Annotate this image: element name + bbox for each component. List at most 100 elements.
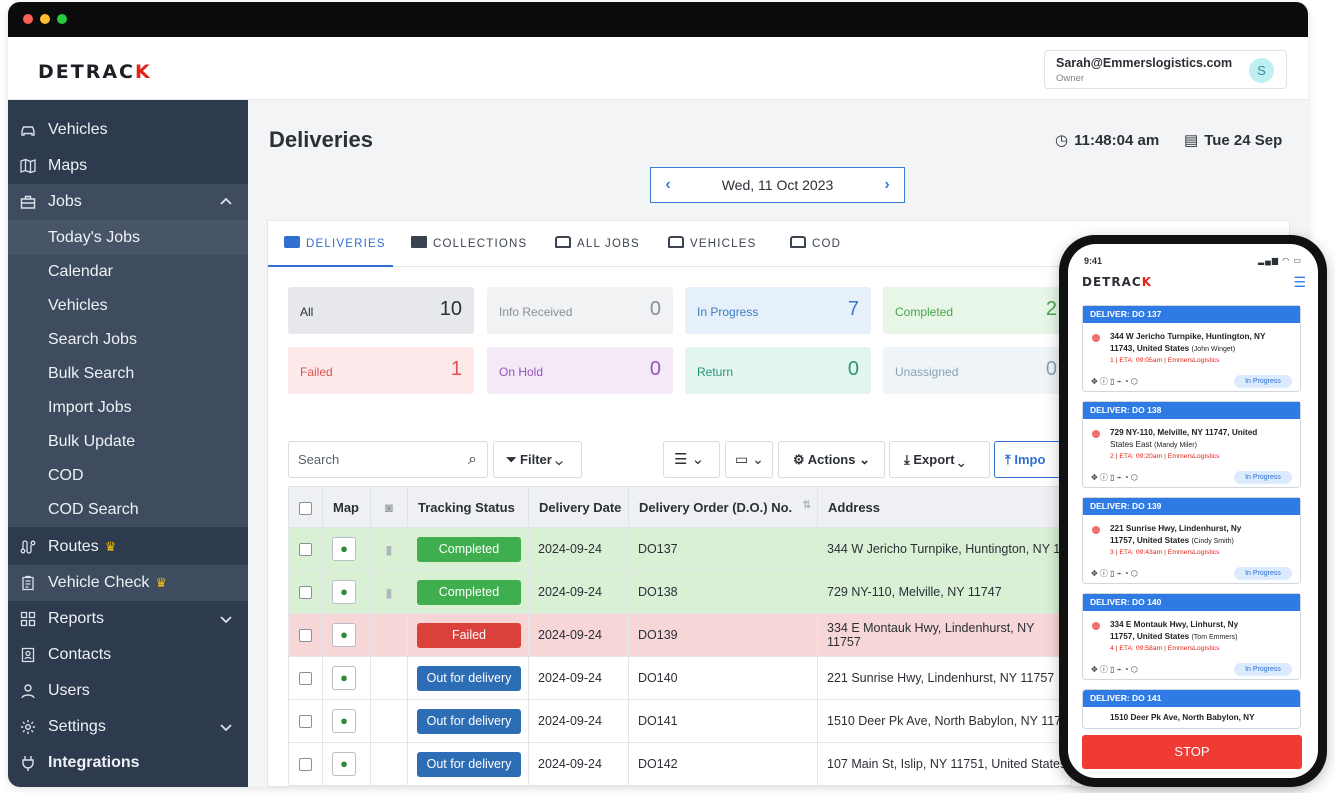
export-button[interactable]: ⤓ Export ⌄ <box>889 441 990 478</box>
job-card[interactable]: DELIVER: DO 140 334 E Montauk Hwy, Linhu… <box>1082 593 1301 680</box>
map-pin-button[interactable]: ● <box>332 537 356 561</box>
close-window-dot[interactable] <box>23 14 33 24</box>
sidebar-item-integrations[interactable]: Integrations <box>8 745 248 781</box>
table-row[interactable]: ● ▮ Completed 2024-09-24 DO138 729 NY-11… <box>288 570 1072 614</box>
detrack-logo[interactable]: DETRACK <box>38 61 152 83</box>
job-action-icons[interactable]: ✥ ⓘ ▯ ⌁ ◔ ⬡ <box>1091 664 1138 675</box>
sidebar-item-bulk-search[interactable]: Bulk Search <box>8 357 248 391</box>
chevron-up-icon[interactable] <box>220 196 232 208</box>
tab-vehicles[interactable]: VEHICLES <box>668 221 756 267</box>
map-pin-button[interactable]: ● <box>332 580 356 604</box>
sidebar-item-vehicles[interactable]: Vehicles <box>8 112 248 148</box>
stat-all[interactable]: All 10 <box>288 287 474 334</box>
sidebar-item-bulk-update[interactable]: Bulk Update <box>8 425 248 459</box>
table-row[interactable]: ● ▮ Completed 2024-09-24 DO137 344 W Jer… <box>288 527 1072 571</box>
sidebar-item-reports[interactable]: Reports <box>8 601 248 637</box>
table-row[interactable]: ● Out for delivery 2024-09-24 DO142 107 … <box>288 742 1072 786</box>
chevron-down-icon[interactable] <box>220 613 232 625</box>
stat-info-received[interactable]: Info Received 0 <box>487 287 673 334</box>
document-icon[interactable]: ▮ <box>386 543 393 557</box>
job-action-icons[interactable]: ✥ ⓘ ▯ ⌁ ◔ ⬡ <box>1091 376 1138 387</box>
search-input[interactable]: Search ⌕ <box>288 441 488 478</box>
table-row[interactable]: ● Out for delivery 2024-09-24 DO140 221 … <box>288 656 1072 700</box>
row-checkbox[interactable] <box>299 672 312 686</box>
delivery-date: 2024-09-24 <box>528 570 629 614</box>
sidebar-item-settings[interactable]: Settings <box>8 709 248 745</box>
column-header-tracking-status[interactable]: Tracking Status <box>407 486 529 528</box>
column-header-address[interactable]: Address <box>817 486 1072 528</box>
map-pin-button[interactable]: ● <box>332 666 356 690</box>
stat-in-progress[interactable]: In Progress 7 <box>685 287 871 334</box>
view-toggle-button[interactable]: ▭ ⌄ <box>725 441 773 478</box>
user-menu[interactable]: Sarah@Emmerslogistics.com Owner S <box>1044 50 1287 89</box>
stop-button[interactable]: STOP <box>1082 735 1302 769</box>
sidebar-item-todays-jobs[interactable]: Today's Jobs <box>8 220 248 255</box>
chevron-down-icon[interactable] <box>220 721 232 733</box>
tab-all-jobs[interactable]: ALL JOBS <box>555 221 640 267</box>
stat-failed[interactable]: Failed 1 <box>288 347 474 394</box>
row-checkbox[interactable] <box>299 629 312 643</box>
stat-return[interactable]: Return 0 <box>685 347 871 394</box>
stat-completed[interactable]: Completed 2 <box>883 287 1069 334</box>
filter-button[interactable]: ⏷ Filter ⌄ <box>493 441 582 478</box>
do-number[interactable]: DO138 <box>628 570 818 614</box>
row-checkbox[interactable] <box>299 715 312 729</box>
date-picker[interactable]: ‹ Wed, 11 Oct 2023 › <box>650 167 905 203</box>
sidebar-item-search-jobs[interactable]: Search Jobs <box>8 323 248 357</box>
tab-collections[interactable]: COLLECTIONS <box>411 221 527 267</box>
job-card[interactable]: DELIVER: DO 138 729 NY-110, Melville, NY… <box>1082 401 1301 488</box>
row-checkbox[interactable] <box>299 586 312 600</box>
prev-date-chevron-icon[interactable]: ‹ <box>655 168 681 202</box>
sort-icon[interactable]: ⇅ <box>803 500 811 511</box>
do-number[interactable]: DO140 <box>628 656 818 700</box>
search-icon[interactable]: ⌕ <box>468 442 477 477</box>
sidebar-item-contacts[interactable]: Contacts <box>8 637 248 673</box>
sidebar-item-jobs[interactable]: Jobs <box>8 184 248 220</box>
document-icon[interactable]: ▮ <box>386 586 393 600</box>
map-pin-button[interactable]: ● <box>332 752 356 776</box>
column-header-do-number[interactable]: Delivery Order (D.O.) No. ⇅ <box>628 486 818 528</box>
column-header-delivery-date[interactable]: Delivery Date <box>528 486 629 528</box>
tab-cod[interactable]: COD <box>790 221 841 267</box>
row-checkbox[interactable] <box>299 758 312 772</box>
job-card[interactable]: DELIVER: DO 137 344 W Jericho Turnpike, … <box>1082 305 1301 392</box>
row-checkbox[interactable] <box>299 543 312 557</box>
do-number[interactable]: DO137 <box>628 527 818 571</box>
map-pin-button[interactable]: ● <box>332 623 356 647</box>
sidebar-item-routes[interactable]: Routes ♛ <box>8 529 248 565</box>
sidebar-item-users[interactable]: Users <box>8 673 248 709</box>
stat-unassigned[interactable]: Unassigned 0 <box>883 347 1069 394</box>
table-row[interactable]: ● Out for delivery 2024-09-24 DO141 1510… <box>288 699 1072 743</box>
job-action-icons[interactable]: ✥ ⓘ ▯ ⌁ ◔ ⬡ <box>1091 472 1138 483</box>
next-date-chevron-icon[interactable]: › <box>874 168 900 202</box>
column-settings-button[interactable]: ☰ ⌄ <box>663 441 720 478</box>
do-number[interactable]: DO142 <box>628 742 818 786</box>
sidebar-item-cod-search[interactable]: COD Search <box>8 493 248 527</box>
job-card[interactable]: DELIVER: DO 139 221 Sunrise Hwy, Lindenh… <box>1082 497 1301 584</box>
menu-icon[interactable]: ☰ <box>1293 274 1306 291</box>
sidebar-item-jobs-vehicles[interactable]: Vehicles <box>8 289 248 323</box>
avatar[interactable]: S <box>1249 58 1274 83</box>
map-pin-button[interactable]: ● <box>332 709 356 733</box>
sidebar-item-calendar[interactable]: Calendar <box>8 255 248 289</box>
sidebar-item-cod[interactable]: COD <box>8 459 248 493</box>
sidebar-item-vehicle-check[interactable]: Vehicle Check ♛ <box>8 565 248 601</box>
table-row[interactable]: ● Failed 2024-09-24 DO139 334 E Montauk … <box>288 613 1072 657</box>
deliveries-table: Map ◙ Tracking Status Delivery Date Deli… <box>288 486 1072 786</box>
job-card[interactable]: DELIVER: DO 141 1510 Deer Pk Ave, North … <box>1082 689 1301 729</box>
minimize-window-dot[interactable] <box>40 14 50 24</box>
sidebar-item-import-jobs[interactable]: Import Jobs <box>8 391 248 425</box>
do-number[interactable]: DO141 <box>628 699 818 743</box>
job-action-icons[interactable]: ✥ ⓘ ▯ ⌁ ◔ ⬡ <box>1091 568 1138 579</box>
select-all-checkbox[interactable] <box>299 501 312 515</box>
status-badge: In Progress <box>1234 663 1292 676</box>
maximize-window-dot[interactable] <box>57 14 67 24</box>
do-number[interactable]: DO139 <box>628 613 818 657</box>
address: 221 Sunrise Hwy, Lindenhurst, NY 11757 <box>817 656 1072 700</box>
tab-deliveries[interactable]: DELIVERIES <box>268 221 393 267</box>
sidebar-item-maps[interactable]: Maps <box>8 148 248 184</box>
column-header-map[interactable]: Map <box>322 486 371 528</box>
sliders-icon: ☰ <box>674 451 688 468</box>
actions-button[interactable]: ⚙ Actions ⌄ <box>778 441 885 478</box>
stat-on-hold[interactable]: On Hold 0 <box>487 347 673 394</box>
